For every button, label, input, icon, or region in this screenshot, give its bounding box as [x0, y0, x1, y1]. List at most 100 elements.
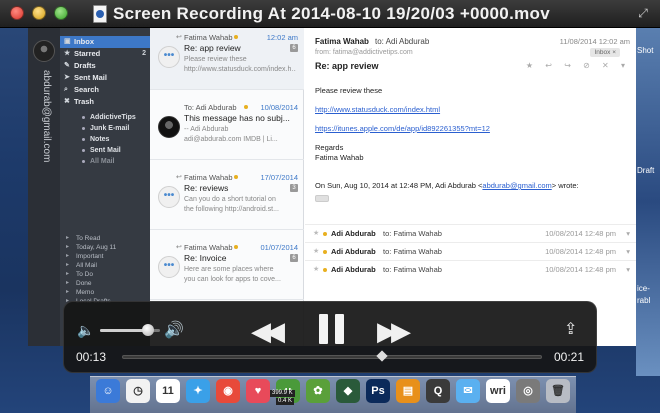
zoom-button[interactable] [54, 6, 68, 20]
app-icon[interactable]: ◆ [336, 379, 360, 403]
folder-sent-mail[interactable]: ➤ Sent Mail [60, 72, 150, 84]
textwrangler-icon[interactable]: wri [486, 379, 510, 403]
star-icon[interactable]: ★ [313, 265, 319, 273]
smart-folder-item[interactable]: ▸ To Read [60, 234, 150, 243]
desktop-file-label[interactable]: Shot [637, 46, 653, 55]
calendar-icon[interactable]: 11 [156, 379, 180, 403]
subfolder-item[interactable]: Notes [60, 134, 150, 145]
window-title: Screen Recording At 2014-08-10 19/20/03 … [113, 4, 550, 23]
folder-label: Starred [74, 49, 101, 58]
message-action-icons[interactable]: ★ ↩ ↪ ⊘ ✕ ▾ [526, 61, 630, 70]
folder-count: 2 [142, 50, 146, 57]
disk-icon[interactable]: ◎ [516, 379, 540, 403]
account-avatar[interactable] [33, 40, 55, 62]
document-icon[interactable] [93, 5, 107, 23]
subfolder-label: Sent Mail [90, 147, 121, 154]
important-dot-icon [234, 35, 238, 39]
pocket-icon[interactable]: ♥ [246, 379, 270, 403]
show-quoted-text-button[interactable] [315, 195, 329, 202]
photoshop-icon[interactable]: Ps [366, 379, 390, 403]
subfolder-item[interactable]: All Mail [60, 156, 150, 167]
evernote-icon[interactable]: ✿ [306, 379, 330, 403]
volume-slider[interactable] [100, 324, 160, 336]
share-icon[interactable]: ⇪ [564, 319, 577, 339]
folder-search[interactable]: ⌕ Search [60, 84, 150, 96]
inbox-label-tag[interactable]: Inbox × [590, 48, 620, 57]
message-preview: adi@abdurab.com IMDB | Li... [184, 136, 278, 143]
folder-inbox[interactable]: ▣ Inbox [60, 36, 150, 48]
scrubber-track[interactable] [122, 350, 542, 362]
reply-arrow-icon: ↩ [176, 34, 182, 41]
desktop-file-label[interactable]: rabl [637, 296, 650, 305]
chrome-icon[interactable]: ◉ [216, 379, 240, 403]
tag-icon: ▸ [66, 280, 70, 286]
star-icon[interactable]: ★ [313, 247, 319, 255]
finder-icon[interactable]: ☺ [96, 379, 120, 403]
download-speed-badge: 0.4 K [276, 398, 295, 405]
chevron-down-icon[interactable]: ▾ [626, 229, 630, 238]
message-row[interactable]: To: Adi Abdurab 10/08/2014 This message ha… [150, 98, 304, 160]
star-icon: ★ [64, 50, 71, 57]
message-subject: This message has no subj... [184, 113, 290, 123]
minimize-button[interactable] [32, 6, 46, 20]
volume-knob[interactable] [142, 324, 154, 336]
volume-low-icon[interactable]: 🔈 [77, 322, 94, 339]
clock-icon[interactable]: ◷ [126, 379, 150, 403]
smart-folder-item[interactable]: ▸ Today, Aug 11 [60, 243, 150, 252]
folder-drafts[interactable]: ✎ Drafts [60, 60, 150, 72]
subfolder-item[interactable]: Junk E-mail [60, 123, 150, 134]
tag-icon: ▸ [66, 289, 70, 295]
window-titlebar[interactable]: Screen Recording At 2014-08-10 19/20/03 … [0, 0, 660, 28]
desktop-file-label[interactable]: Draft [637, 166, 654, 175]
body-link[interactable]: https://itunes.apple.com/de/app/id892261… [315, 124, 490, 133]
chevron-down-icon[interactable]: ▾ [626, 247, 630, 256]
send-icon: ➤ [64, 74, 70, 81]
folder-trash[interactable]: ✖ Trash [60, 96, 150, 108]
thread-date: 10/08/2014 12:48 pm [545, 229, 616, 238]
message-row[interactable]: ••• ↩ Fatima Wahab 01/07/2014 Re: Invoice Her… [150, 238, 304, 300]
reader-sender-address: from: fatima@addictivetips.com [315, 49, 413, 56]
trash-dock-icon[interactable]: 🗑 [546, 379, 570, 403]
body-signature: Fatima Wahab [315, 153, 364, 162]
smart-folder-item[interactable]: ▸ Important [60, 252, 150, 261]
important-dot-icon [234, 175, 238, 179]
smart-folder-item[interactable]: ▸ To Do [60, 270, 150, 279]
close-button[interactable] [10, 6, 24, 20]
messages-icon[interactable]: ✉ [456, 379, 480, 403]
smart-folder-item[interactable]: ▸ All Mail [60, 261, 150, 270]
fullscreen-icon[interactable]: ⤢ [636, 6, 650, 20]
subfolder-item[interactable]: Sent Mail [60, 145, 150, 156]
pencil-icon: ✎ [64, 62, 70, 69]
smart-folder-label: To Do [76, 271, 93, 278]
chevron-down-icon[interactable]: ▾ [626, 265, 630, 274]
message-row[interactable]: ••• ↩ Fatima Wahab 12:02 am Re: app review Pl… [150, 28, 304, 90]
desktop-file-label[interactable]: ice- [637, 284, 650, 293]
smart-folder-item[interactable]: ▸ Done [60, 279, 150, 288]
remaining-time: 00:21 [553, 350, 584, 364]
volume-high-icon[interactable]: 🔊 [164, 320, 184, 340]
reader-from[interactable]: Fatima Wahab [315, 37, 369, 46]
quote-email-link[interactable]: abdurab@gmail.com [482, 181, 551, 190]
smart-folder-label: Important [76, 253, 104, 260]
folder-label: Search [74, 85, 100, 94]
reader-to: to: Adi Abdurab [375, 37, 430, 46]
thread-message-row[interactable]: ★ Adi Abdurab to: Fatima Wahab 10/08/2014 1… [305, 242, 636, 260]
folder-starred[interactable]: ★ Starred 2 [60, 48, 150, 60]
subfolder-bullet [82, 149, 85, 152]
ibooks-icon[interactable]: ▤ [396, 379, 420, 403]
pause-button[interactable] [319, 314, 345, 344]
thread-message-row[interactable]: ★ Adi Abdurab to: Fatima Wahab 10/08/2014 1… [305, 260, 636, 278]
message-row[interactable]: ••• ↩ Fatima Wahab 17/07/2014 Re: reviews Can… [150, 168, 304, 230]
smart-folder-item[interactable]: ▸ Memo [60, 288, 150, 297]
subfolder-item[interactable]: AddictiveTips [60, 112, 150, 123]
message-date: 01/07/2014 [260, 243, 298, 252]
safari-icon[interactable]: ✦ [186, 379, 210, 403]
star-icon[interactable]: ★ [313, 229, 319, 237]
fast-forward-button[interactable]: ▶▶ [377, 316, 411, 347]
body-link[interactable]: http://www.statusduck.com/index.html [315, 105, 440, 114]
playhead[interactable] [376, 350, 388, 362]
sender-avatar: ••• [158, 46, 180, 68]
quicktime-icon[interactable]: Q [426, 379, 450, 403]
rewind-button[interactable]: ◀◀ [251, 316, 285, 347]
thread-message-row[interactable]: ★ Adi Abdurab to: Fatima Wahab 10/08/2014 1… [305, 224, 636, 242]
